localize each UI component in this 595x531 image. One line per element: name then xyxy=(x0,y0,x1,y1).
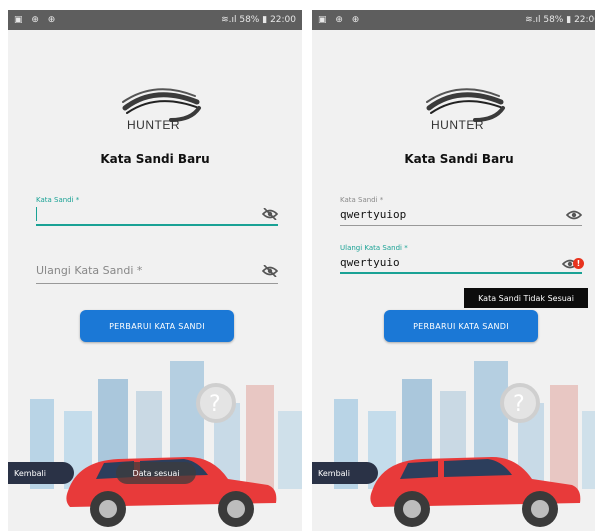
phone-screen-right: ▣ ⊕ ⊕ ≋.ıl 58% ▮ 22:00 HUNTER Kata Sandi… xyxy=(312,10,595,531)
clock: 22:00 xyxy=(270,15,296,25)
signal-icon: ≋.ıl xyxy=(221,15,237,25)
password-field[interactable]: Kata Sandi * qwertyuiop xyxy=(340,196,582,226)
password-input[interactable] xyxy=(36,204,278,226)
eye-with-error: ! xyxy=(561,255,584,269)
eye-off-icon[interactable] xyxy=(262,208,278,220)
notification-icons: ▣ ⊕ ⊕ xyxy=(318,15,363,25)
phone-screen-left: ▣ ⊕ ⊕ ≋.ıl 58% ▮ 22:00 HUNTER Kata Sandi… xyxy=(8,10,302,531)
hunter-logo: HUNTER xyxy=(409,80,509,140)
update-password-button[interactable]: PERBARUI KATA SANDI xyxy=(384,310,538,342)
update-password-button[interactable]: PERBARUI KATA SANDI xyxy=(80,310,234,342)
page-title: Kata Sandi Baru xyxy=(100,152,210,166)
toast-message: Data sesuai xyxy=(116,462,196,484)
confirm-password-value: qwertyuio xyxy=(340,255,400,269)
back-button[interactable]: Kembali xyxy=(8,462,74,484)
password-value: qwertyuiop xyxy=(340,208,407,221)
status-bar: ▣ ⊕ ⊕ ≋.ıl 58% ▮ 22:00 xyxy=(312,10,595,30)
password-label: Kata Sandi * xyxy=(36,196,80,204)
confirm-password-field[interactable]: Ulangi Kata Sandi * qwertyuio ! xyxy=(340,244,584,274)
password-input[interactable]: qwertyuiop xyxy=(340,204,582,226)
logo-text: HUNTER xyxy=(431,118,484,132)
back-button[interactable]: Kembali xyxy=(312,462,378,484)
text-cursor xyxy=(36,207,37,221)
city-car-illustration: ? xyxy=(312,351,595,531)
battery-percent: 58% xyxy=(239,15,260,25)
battery-percent: 58% xyxy=(543,15,564,25)
signal-icon: ≋.ıl xyxy=(525,15,541,25)
error-icon: ! xyxy=(573,258,584,269)
battery-icon: ▮ xyxy=(566,15,572,25)
status-right: ≋.ıl 58% ▮ 22:00 xyxy=(221,15,296,25)
eye-off-icon[interactable] xyxy=(262,264,278,277)
confirm-password-input[interactable]: Ulangi Kata Sandi * xyxy=(36,258,278,284)
confirm-password-input[interactable]: qwertyuio ! xyxy=(340,252,584,274)
svg-text:?: ? xyxy=(209,392,221,417)
password-label: Kata Sandi * xyxy=(340,196,384,204)
logo-text: HUNTER xyxy=(127,118,180,132)
status-right: ≋.ıl 58% ▮ 22:00 xyxy=(525,15,595,25)
notification-icons: ▣ ⊕ ⊕ xyxy=(14,15,59,25)
confirm-password-label: Ulangi Kata Sandi * xyxy=(340,244,408,252)
battery-icon: ▮ xyxy=(262,15,268,25)
password-field[interactable]: Kata Sandi * xyxy=(36,196,278,226)
svg-text:?: ? xyxy=(513,392,525,417)
eye-icon[interactable] xyxy=(566,209,582,221)
clock: 22:00 xyxy=(574,15,595,25)
page-title: Kata Sandi Baru xyxy=(404,152,514,166)
hunter-logo: HUNTER xyxy=(105,80,205,140)
error-tooltip: Kata Sandi Tidak Sesuai xyxy=(464,288,588,308)
confirm-password-placeholder: Ulangi Kata Sandi * xyxy=(36,264,143,277)
city-car-illustration: ? xyxy=(8,351,302,531)
status-bar: ▣ ⊕ ⊕ ≋.ıl 58% ▮ 22:00 xyxy=(8,10,302,30)
confirm-password-field[interactable]: Ulangi Kata Sandi * xyxy=(36,258,278,284)
